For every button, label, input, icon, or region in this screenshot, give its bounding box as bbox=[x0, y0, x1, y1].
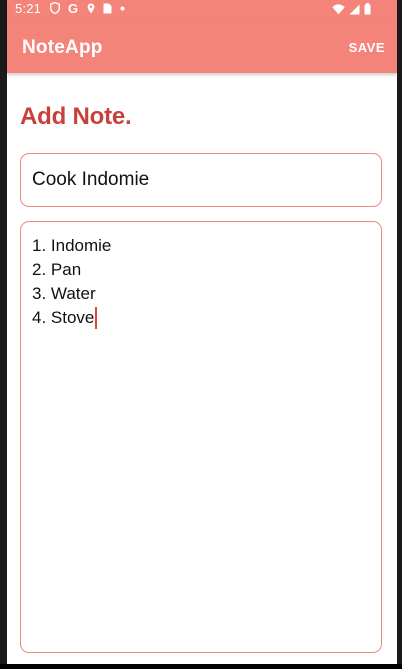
status-bar: 5:21 G bbox=[7, 0, 397, 18]
battery-icon bbox=[364, 3, 371, 18]
note-title-value: Cook Indomie bbox=[32, 169, 150, 190]
save-button[interactable]: SAVE bbox=[349, 40, 385, 55]
svg-text:G: G bbox=[68, 2, 78, 14]
google-icon: G bbox=[68, 2, 79, 14]
note-body-line: 4. Stove bbox=[32, 308, 95, 327]
note-body-field[interactable]: 1. Indomie 2. Pan 3. Water 4. Stove bbox=[20, 221, 382, 653]
status-notification-icons: G bbox=[50, 2, 125, 14]
note-body-text: 1. Indomie 2. Pan 3. Water 4. Stove bbox=[32, 234, 111, 330]
note-body-line: 1. Indomie bbox=[32, 236, 112, 255]
app-title: NoteApp bbox=[22, 37, 103, 58]
page-title: Add Note. bbox=[20, 103, 132, 130]
note-body-line: 3. Water bbox=[32, 284, 96, 303]
text-cursor bbox=[95, 306, 97, 329]
sim-card-icon bbox=[103, 3, 112, 14]
note-title-field[interactable]: Cook Indomie bbox=[20, 153, 382, 207]
signal-icon bbox=[349, 3, 360, 18]
location-icon bbox=[87, 3, 95, 14]
app-bar: NoteApp SAVE bbox=[7, 18, 397, 73]
shield-icon bbox=[50, 2, 60, 14]
note-body-line: 2. Pan bbox=[32, 260, 82, 279]
status-time: 5:21 bbox=[15, 1, 42, 16]
notification-dot-icon bbox=[120, 6, 125, 11]
status-system-icons bbox=[332, 3, 371, 18]
note-body-last-line: 4. Stove bbox=[32, 306, 111, 330]
phone-screen: 5:21 G NoteApp SAVE Add Note. Cook Indom… bbox=[7, 0, 397, 664]
wifi-icon bbox=[332, 3, 345, 18]
navigation-bar-edge bbox=[0, 664, 402, 669]
